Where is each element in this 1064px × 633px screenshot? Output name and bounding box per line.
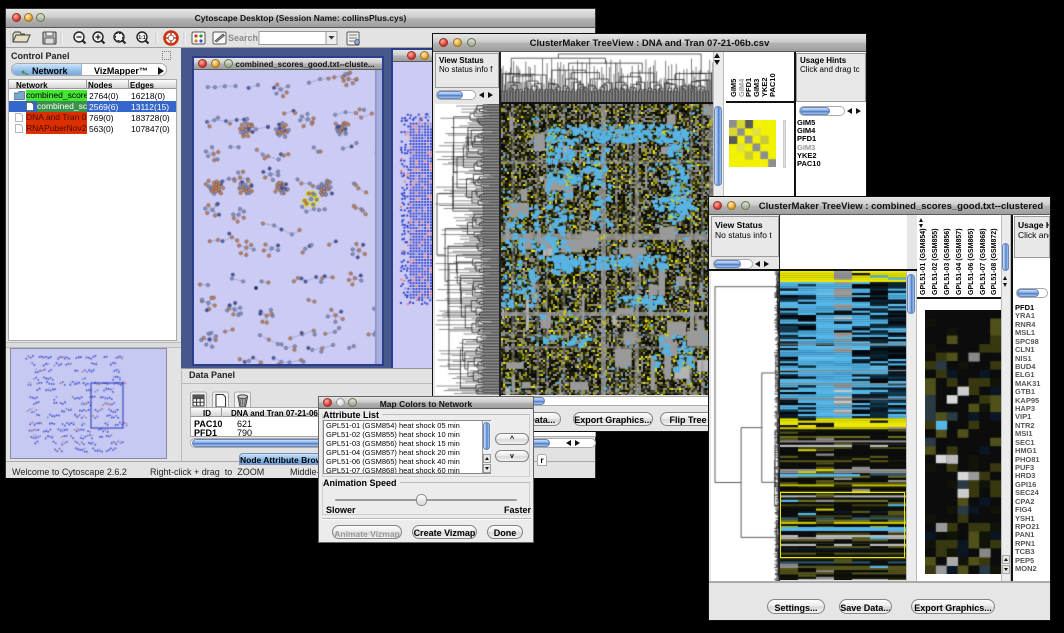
svg-text:1:1: 1:1 — [138, 35, 145, 41]
svg-text:Search:: Search: — [228, 33, 261, 43]
